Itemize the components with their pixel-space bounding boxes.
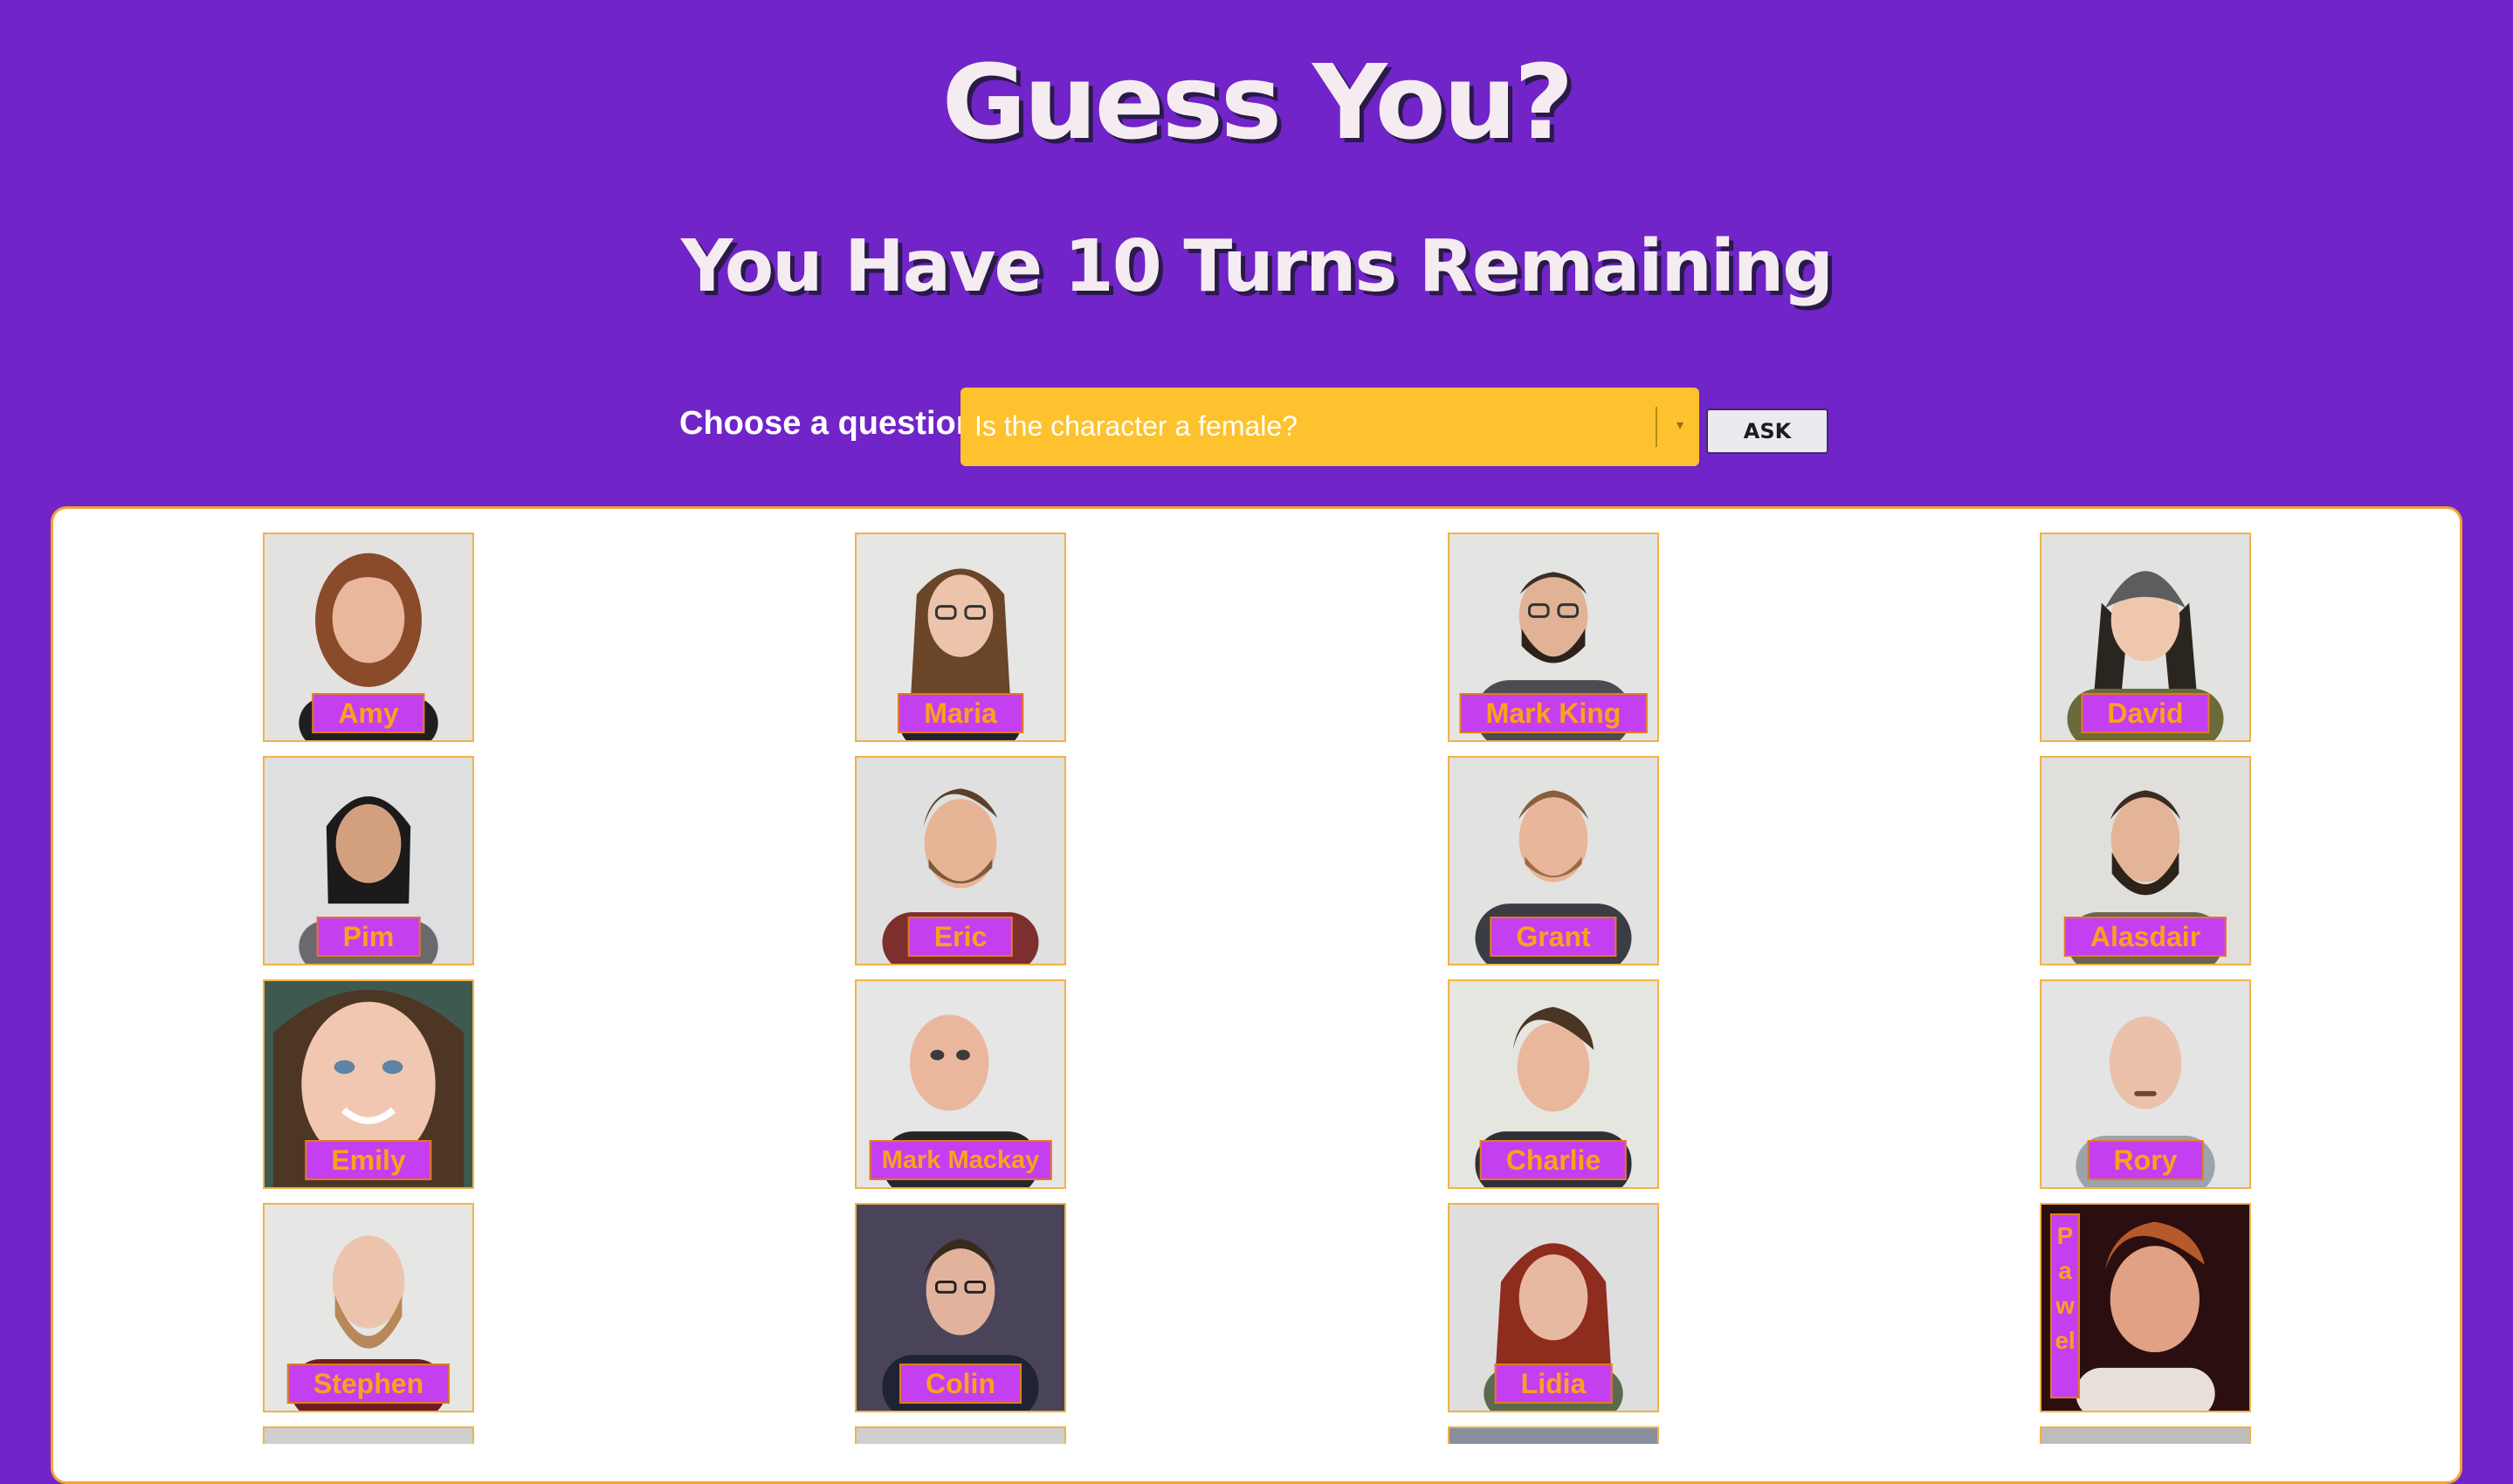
character-card-alasdair[interactable]: Alasdair (2040, 756, 2251, 965)
character-card-partial[interactable] (2040, 1426, 2251, 1444)
question-select-value: Is the character a female? (974, 410, 1298, 442)
name-tag: Pim (316, 917, 421, 957)
name-tag: Alasdair (2063, 917, 2227, 957)
character-card-partial[interactable] (1448, 1426, 1659, 1444)
character-card-maria[interactable]: Maria (855, 532, 1066, 742)
name-tag: Emily (305, 1140, 432, 1180)
name-tag: Lidia (1494, 1364, 1613, 1404)
question-label: Choose a question (679, 405, 976, 442)
name-tag: Mark Mackay (869, 1140, 1052, 1180)
name-tag: David (2081, 693, 2210, 733)
character-board: Amy Maria Mark King David Pim Eric Grant… (51, 506, 2462, 1484)
partial-portrait (2041, 1428, 2249, 1444)
name-tag: Rory (2087, 1140, 2204, 1180)
character-card-mark-mackay[interactable]: Mark Mackay (855, 979, 1066, 1189)
character-card-partial[interactable] (263, 1426, 474, 1444)
character-card-pawel[interactable]: Pawel (2040, 1203, 2251, 1412)
header: Guess You? You Have 10 Turns Remaining C… (0, 0, 2513, 506)
page-title: Guess You? (941, 42, 1574, 162)
character-card-colin[interactable]: Colin (855, 1203, 1066, 1412)
character-card-lidia[interactable]: Lidia (1448, 1203, 1659, 1412)
character-card-mark-king[interactable]: Mark King (1448, 532, 1659, 742)
character-card-emily[interactable]: Emily (263, 979, 474, 1189)
character-card-pim[interactable]: Pim (263, 756, 474, 965)
turns-remaining: You Have 10 Turns Remaining (680, 225, 1834, 308)
character-card-partial[interactable] (855, 1426, 1066, 1444)
name-tag: Colin (899, 1364, 1022, 1404)
name-tag: Amy (312, 693, 425, 733)
ask-button[interactable]: ASK (1706, 409, 1828, 454)
name-tag: Stephen (286, 1364, 451, 1404)
name-tag: Pawel (2050, 1213, 2080, 1398)
character-card-charlie[interactable]: Charlie (1448, 979, 1659, 1189)
name-tag: Eric (907, 917, 1014, 957)
select-divider (1656, 407, 1657, 447)
name-tag: Charlie (1479, 1140, 1628, 1180)
character-card-amy[interactable]: Amy (263, 532, 474, 742)
question-select[interactable]: Is the character a female? ▾ (960, 388, 1699, 466)
character-card-rory[interactable]: Rory (2040, 979, 2251, 1189)
character-card-david[interactable]: David (2040, 532, 2251, 742)
character-card-grant[interactable]: Grant (1448, 756, 1659, 965)
chevron-down-icon[interactable]: ▾ (1670, 409, 1690, 443)
name-tag: Grant (1490, 917, 1617, 957)
partial-portrait (265, 1428, 472, 1444)
partial-portrait (857, 1428, 1064, 1444)
name-tag: Maria (898, 693, 1023, 733)
name-tag: Mark King (1459, 693, 1648, 733)
character-card-stephen[interactable]: Stephen (263, 1203, 474, 1412)
partial-portrait (1449, 1428, 1657, 1444)
question-row: Choose a question Is the character a fem… (0, 386, 2513, 466)
character-card-eric[interactable]: Eric (855, 756, 1066, 965)
